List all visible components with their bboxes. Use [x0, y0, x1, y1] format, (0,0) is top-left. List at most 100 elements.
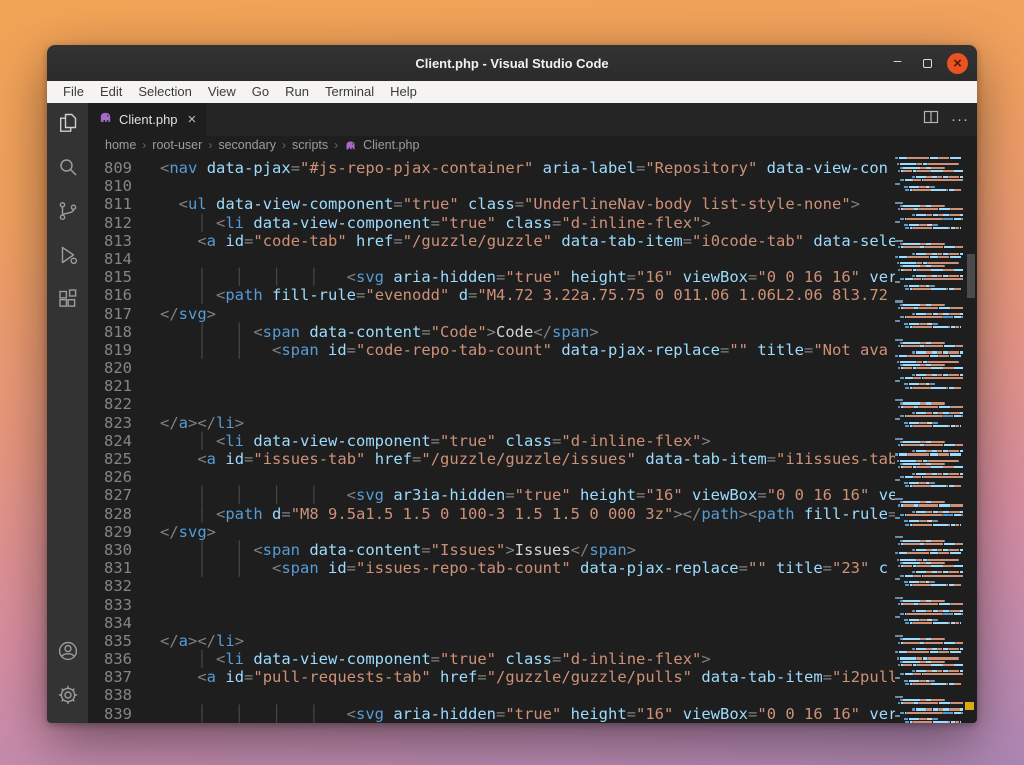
activity-bar-bottom	[47, 631, 88, 719]
menu-item-help[interactable]: Help	[382, 81, 425, 103]
line-number[interactable]: 831	[88, 559, 132, 577]
line-number[interactable]: 830	[88, 541, 132, 559]
code-text: │ │ <span id="issues-repo-tab-count" dat…	[160, 559, 888, 577]
minimap[interactable]	[895, 154, 965, 723]
code-line[interactable]: 837 <a id="pull-requests-tab" href="/guz…	[88, 668, 895, 686]
line-number[interactable]: 828	[88, 505, 132, 523]
code-line[interactable]: 825 <a id="issues-tab" href="/guzzle/guz…	[88, 450, 895, 468]
more-actions-icon[interactable]: ···	[951, 111, 969, 128]
line-number[interactable]: 825	[88, 450, 132, 468]
line-number[interactable]: 810	[88, 177, 132, 195]
line-number[interactable]: 834	[88, 614, 132, 632]
code-line[interactable]: 821	[88, 377, 895, 395]
code-line[interactable]: 810	[88, 177, 895, 195]
sidebar-item-source-control[interactable]	[47, 191, 88, 235]
code-text: │ <li data-view-component="true" class="…	[160, 650, 711, 668]
code-line[interactable]: 833	[88, 596, 895, 614]
code-text: </svg>	[160, 523, 216, 541]
code-line[interactable]: 819 │ │ <span id="code-repo-tab-count" d…	[88, 341, 895, 359]
code-line[interactable]: 813 <a id="code-tab" href="/guzzle/guzzl…	[88, 232, 895, 250]
line-number[interactable]: 816	[88, 286, 132, 304]
menu-item-go[interactable]: Go	[244, 81, 277, 103]
line-number[interactable]: 827	[88, 486, 132, 504]
line-number[interactable]: 814	[88, 250, 132, 268]
line-number[interactable]: 812	[88, 214, 132, 232]
code-line[interactable]: 811 <ul data-view-component="true" class…	[88, 195, 895, 213]
line-number[interactable]: 829	[88, 523, 132, 541]
code-line[interactable]: 827 │ │ │ │ <svg ar3ia-hidden="true" hei…	[88, 486, 895, 504]
code-line[interactable]: 822	[88, 395, 895, 413]
line-number[interactable]: 811	[88, 195, 132, 213]
code-line[interactable]: 835</a></li>	[88, 632, 895, 650]
code-line[interactable]: 830 │ │ <span data-content="Issues">Issu…	[88, 541, 895, 559]
breadcrumb-separator: ›	[282, 138, 286, 152]
line-number[interactable]: 832	[88, 577, 132, 595]
line-number[interactable]: 818	[88, 323, 132, 341]
menu-item-view[interactable]: View	[200, 81, 244, 103]
minimize-button[interactable]: –	[887, 53, 908, 74]
sidebar-item-run-debug[interactable]	[47, 235, 88, 279]
code-line[interactable]: 826	[88, 468, 895, 486]
code-line[interactable]: 836 │ <li data-view-component="true" cla…	[88, 650, 895, 668]
line-number[interactable]: 820	[88, 359, 132, 377]
account-button[interactable]	[47, 631, 88, 675]
code-line[interactable]: 820	[88, 359, 895, 377]
code-line[interactable]: 838	[88, 686, 895, 704]
menu-item-file[interactable]: File	[55, 81, 92, 103]
line-number[interactable]: 837	[88, 668, 132, 686]
menu-item-run[interactable]: Run	[277, 81, 317, 103]
code-line[interactable]: 829 </svg>	[88, 523, 895, 541]
line-number[interactable]: 815	[88, 268, 132, 286]
line-number[interactable]: 817	[88, 305, 132, 323]
line-number[interactable]: 821	[88, 377, 132, 395]
line-number[interactable]: 823	[88, 414, 132, 432]
line-number[interactable]: 835	[88, 632, 132, 650]
code-line[interactable]: 824 │ <li data-view-component="true" cla…	[88, 432, 895, 450]
breadcrumb-item-home[interactable]: home	[105, 138, 136, 152]
sidebar-item-explorer[interactable]	[47, 103, 88, 147]
code-line[interactable]: 831 │ │ <span id="issues-repo-tab-count"…	[88, 559, 895, 577]
line-number[interactable]: 836	[88, 650, 132, 668]
scrollbar-thumb[interactable]	[967, 254, 975, 298]
maximize-button[interactable]	[917, 53, 938, 74]
line-number[interactable]: 839	[88, 705, 132, 723]
line-number[interactable]: 819	[88, 341, 132, 359]
code-line[interactable]: 818 │ │ <span data-content="Code">Code</…	[88, 323, 895, 341]
line-number[interactable]: 822	[88, 395, 132, 413]
editor[interactable]: 809<nav data-pjax="#js-repo-pjax-contain…	[88, 154, 977, 723]
code-line[interactable]: 816 │ <path fill-rule="evenodd" d="M4.72…	[88, 286, 895, 304]
menu-item-edit[interactable]: Edit	[92, 81, 130, 103]
code-line[interactable]: 832	[88, 577, 895, 595]
line-number[interactable]: 824	[88, 432, 132, 450]
code-line[interactable]: 809<nav data-pjax="#js-repo-pjax-contain…	[88, 159, 895, 177]
code-line[interactable]: 823</a></li>	[88, 414, 895, 432]
breadcrumb-item-root-user[interactable]: root-user	[152, 138, 202, 152]
breadcrumb-item-client-php[interactable]: Client.php	[363, 138, 419, 152]
code-line[interactable]: 834	[88, 614, 895, 632]
code-line[interactable]: 839 │ │ │ │ <svg aria-hidden="true" heig…	[88, 705, 895, 723]
line-number[interactable]: 838	[88, 686, 132, 704]
code-line[interactable]: 814	[88, 250, 895, 268]
vscode-window: Client.php - Visual Studio Code – × File…	[47, 45, 977, 723]
code-line[interactable]: 812 │ <li data-view-component="true" cla…	[88, 214, 895, 232]
line-number[interactable]: 833	[88, 596, 132, 614]
line-number[interactable]: 809	[88, 159, 132, 177]
breadcrumb-item-secondary[interactable]: secondary	[218, 138, 276, 152]
tab-client-php[interactable]: Client.php ×	[88, 103, 206, 136]
menu-item-selection[interactable]: Selection	[130, 81, 199, 103]
code-line[interactable]: 817</svg>	[88, 305, 895, 323]
sidebar-item-search[interactable]	[47, 147, 88, 191]
line-number[interactable]: 813	[88, 232, 132, 250]
breadcrumb-item-scripts[interactable]: scripts	[292, 138, 328, 152]
menu-item-terminal[interactable]: Terminal	[317, 81, 382, 103]
sidebar-item-extensions[interactable]	[47, 279, 88, 323]
manage-button[interactable]	[47, 675, 88, 719]
code-text: │ │ │ │ <svg aria-hidden="true" height="…	[160, 705, 895, 723]
close-button[interactable]: ×	[947, 53, 968, 74]
titlebar[interactable]: Client.php - Visual Studio Code – ×	[47, 45, 977, 81]
split-editor-icon[interactable]	[923, 109, 939, 130]
line-number[interactable]: 826	[88, 468, 132, 486]
code-line[interactable]: 828 │ <path d="M8 9.5a1.5 1.5 0 100-3 1.…	[88, 505, 895, 523]
code-line[interactable]: 815 │ │ │ │ <svg aria-hidden="true" heig…	[88, 268, 895, 286]
tab-close-icon[interactable]: ×	[188, 111, 197, 128]
